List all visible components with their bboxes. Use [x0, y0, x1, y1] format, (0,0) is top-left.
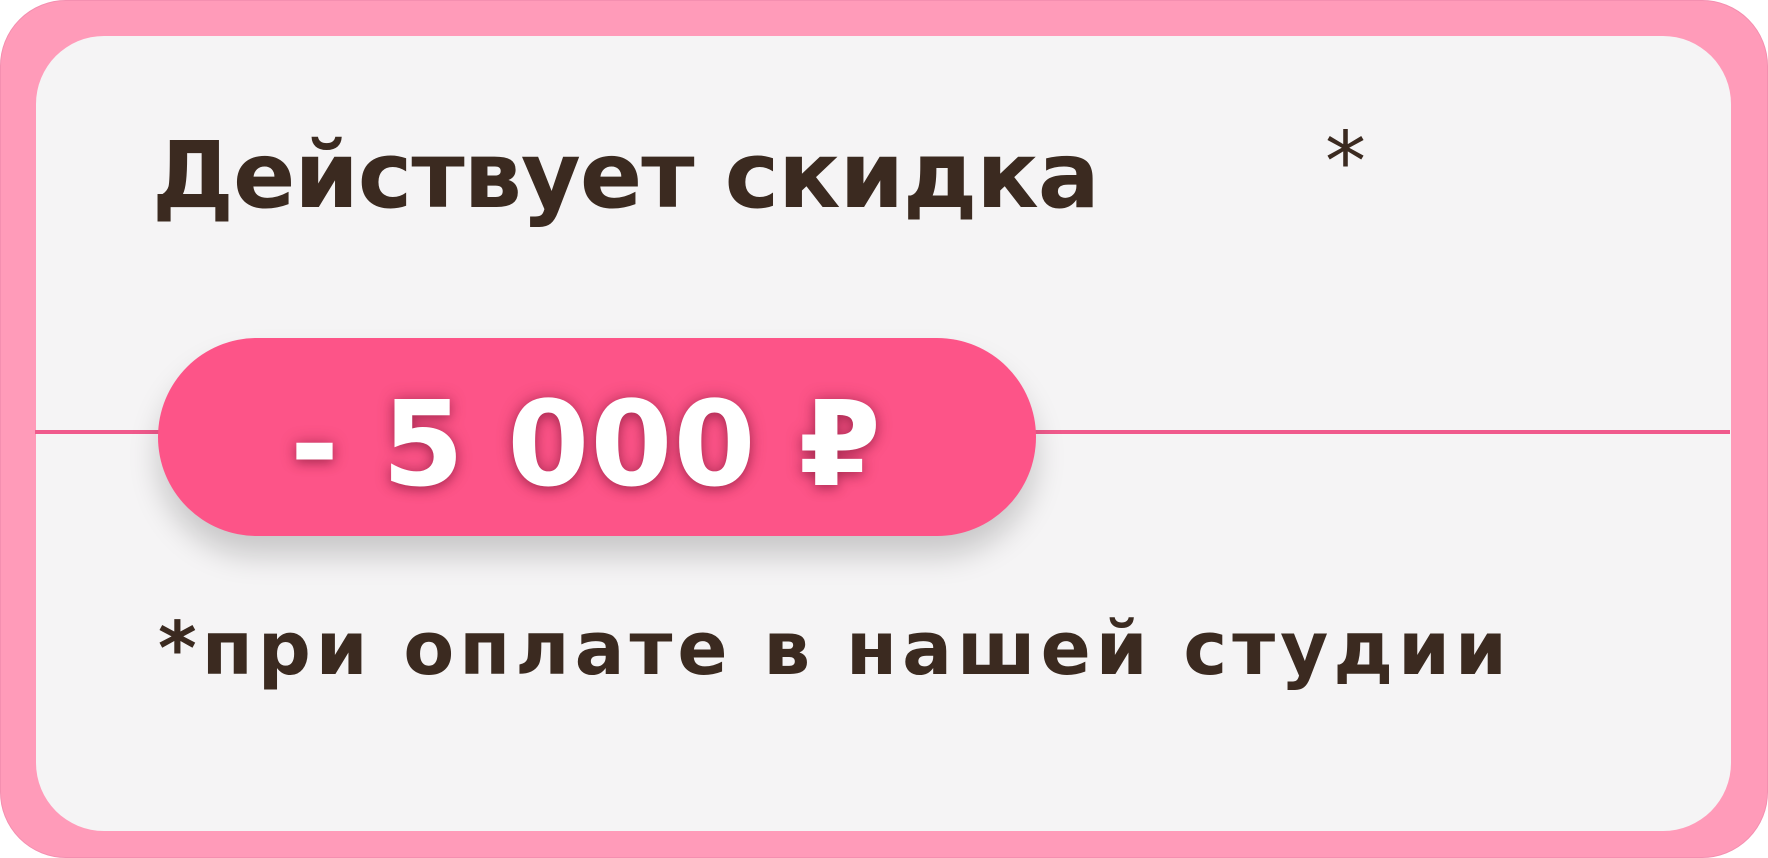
footnote-text: *при оплате в нашей студии [158, 606, 1512, 692]
discount-amount: - 5 000 ₽ [290, 375, 882, 513]
footnote-asterisk: * [1325, 115, 1366, 210]
promo-heading: Действует скидка [152, 122, 1100, 229]
